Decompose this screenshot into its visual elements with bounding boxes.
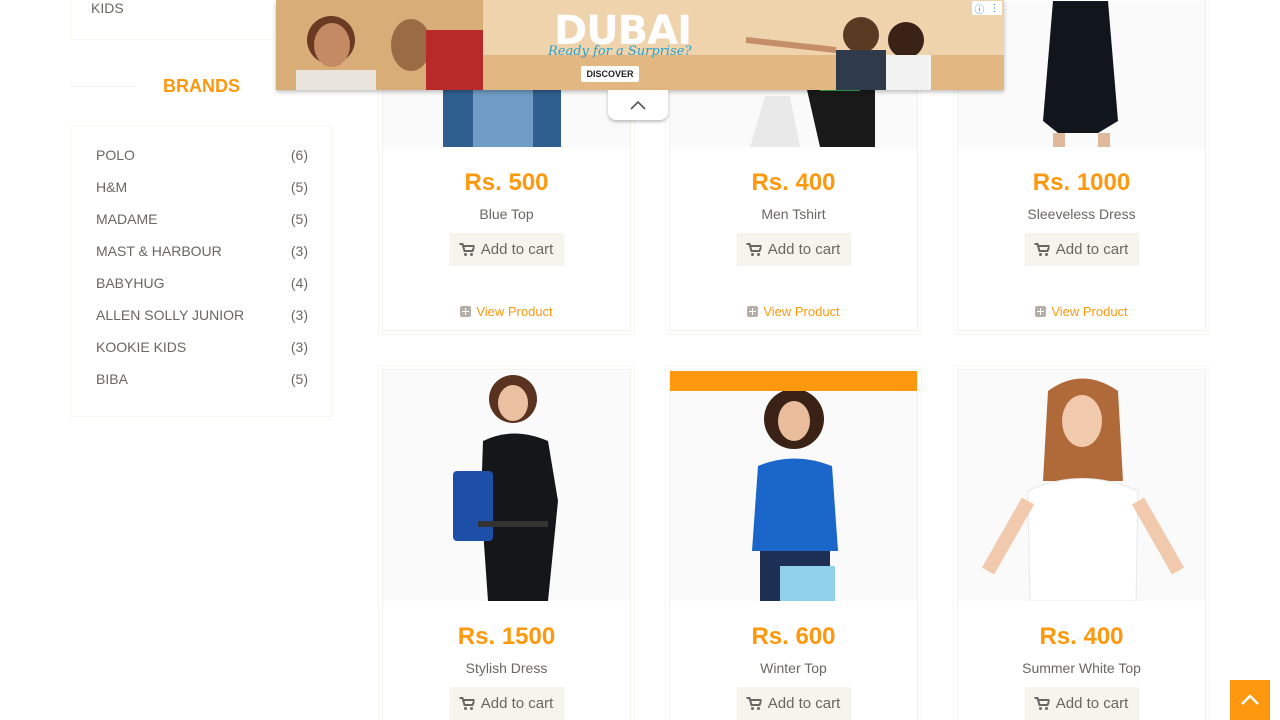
view-product-link[interactable]: View Product [379, 304, 634, 319]
product-name: Sleeveless Dress [1027, 206, 1136, 222]
ad-banner[interactable]: DUBAI Ready for a Surprise? DISCOVER ⓘ ⋮ [276, 0, 1004, 90]
brand-name: POLO [96, 147, 135, 163]
brand-item[interactable]: H&M (5) [96, 179, 308, 199]
product-name: Blue Top [479, 206, 534, 222]
add-to-cart-label: Add to cart [1055, 241, 1129, 258]
add-to-cart-button[interactable]: Add to cart [449, 233, 564, 266]
add-to-cart-label: Add to cart [767, 241, 841, 258]
plus-square-icon [460, 306, 472, 317]
brand-count: (3) [290, 307, 308, 323]
brands-panel: POLO (6) H&M (5) MADAME (5) MAST & HARBOUR (… [70, 125, 333, 417]
brand-item[interactable]: MADAME (5) [96, 211, 308, 231]
product-price: Rs. 600 [751, 623, 836, 650]
add-to-cart-label: Add to cart [480, 241, 554, 258]
brand-item[interactable]: POLO (6) [96, 147, 308, 167]
brand-item[interactable]: BIBA (5) [96, 371, 308, 391]
info-icon[interactable]: ⓘ [975, 1, 985, 16]
view-product-label: View Product [763, 304, 840, 319]
brand-name: H&M [96, 179, 128, 195]
product-image [670, 371, 917, 601]
product-price: Rs. 1000 [1032, 169, 1131, 196]
cart-icon [746, 697, 762, 710]
cart-icon [1034, 243, 1050, 256]
brand-item[interactable]: MAST & HARBOUR (3) [96, 243, 308, 263]
plus-square-icon [1035, 306, 1047, 317]
add-to-cart-label: Add to cart [767, 695, 841, 712]
view-product-link[interactable]: View Product [666, 304, 921, 319]
brand-name: KOOKIE KIDS [96, 339, 187, 355]
ad-controls[interactable]: ⓘ ⋮ [972, 1, 1002, 16]
ad-discover-button[interactable]: DISCOVER [581, 66, 639, 82]
product-card: Rs. 600 Winter Top Add to cart [665, 365, 922, 720]
chevron-up-icon [630, 100, 646, 110]
product-name: Stylish Dress [465, 660, 548, 676]
cart-icon [746, 243, 762, 256]
sale-ribbon [670, 371, 917, 391]
plus-square-icon [747, 306, 759, 317]
page: KIDS BRANDS POLO (6) H&M (5) MADAME (5) MAS… [0, 0, 1280, 720]
view-product-link[interactable]: View Product [954, 304, 1209, 319]
cart-icon [459, 697, 475, 710]
brand-count: (6) [290, 147, 308, 163]
cart-icon [459, 243, 475, 256]
arrow-up-icon [1241, 694, 1259, 705]
brand-count: (5) [290, 211, 308, 227]
cart-icon [1034, 697, 1050, 710]
brand-count: (3) [290, 339, 308, 355]
brand-item[interactable]: KOOKIE KIDS (3) [96, 339, 308, 359]
brand-count: (4) [290, 275, 308, 291]
ad-tagline: Ready for a Surprise? [548, 44, 692, 59]
brand-count: (5) [290, 371, 308, 387]
brand-name: MADAME [96, 211, 158, 227]
ad-collapse-button[interactable] [608, 90, 668, 120]
product-name: Summer White Top [1022, 660, 1141, 676]
add-to-cart-button[interactable]: Add to cart [1024, 687, 1139, 720]
brand-count: (3) [290, 243, 308, 259]
add-to-cart-label: Add to cart [1055, 695, 1129, 712]
product-price: Rs. 1500 [457, 623, 556, 650]
product-name: Men Tshirt [761, 206, 826, 222]
scroll-to-top-button[interactable] [1230, 680, 1270, 720]
add-to-cart-button[interactable]: Add to cart [449, 687, 564, 720]
product-image [383, 371, 630, 601]
brand-name: BIBA [96, 371, 128, 387]
product-name: Winter Top [760, 660, 827, 676]
add-to-cart-button[interactable]: Add to cart [736, 233, 851, 266]
category-kids[interactable]: KIDS [91, 0, 124, 16]
product-image [958, 371, 1205, 601]
product-card: Rs. 1500 Stylish Dress Add to cart [378, 365, 635, 720]
more-vertical-icon[interactable]: ⋮ [990, 3, 1000, 14]
add-to-cart-button[interactable]: Add to cart [1024, 233, 1139, 266]
view-product-label: View Product [476, 304, 553, 319]
brand-count: (5) [290, 179, 308, 195]
add-to-cart-label: Add to cart [480, 695, 554, 712]
product-price: Rs. 500 [464, 169, 549, 196]
product-price: Rs. 400 [751, 169, 836, 196]
brand-name: BABYHUG [96, 275, 165, 291]
product-card: Rs. 400 Summer White Top Add to cart [953, 365, 1210, 720]
brand-item[interactable]: BABYHUG (4) [96, 275, 308, 295]
view-product-label: View Product [1051, 304, 1128, 319]
brand-item[interactable]: ALLEN SOLLY JUNIOR (3) [96, 307, 308, 327]
brand-name: MAST & HARBOUR [96, 243, 222, 259]
add-to-cart-button[interactable]: Add to cart [736, 687, 851, 720]
product-price: Rs. 400 [1039, 623, 1124, 650]
brand-name: ALLEN SOLLY JUNIOR [96, 307, 245, 323]
